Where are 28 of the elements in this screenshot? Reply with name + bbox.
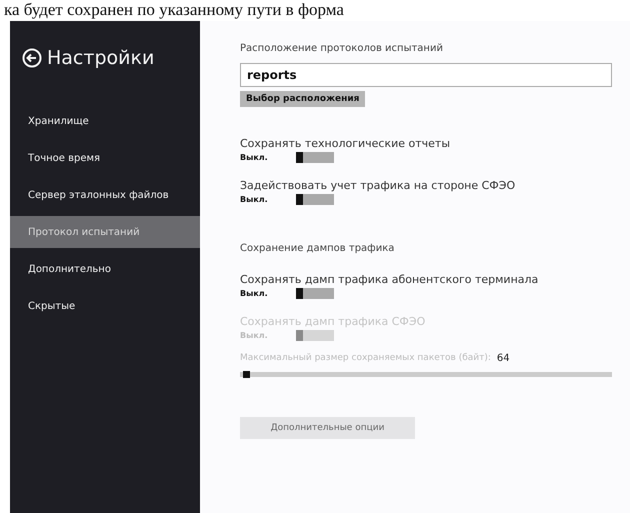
setting-label: Задействовать учет трафика на стороне СФЭО — [240, 179, 516, 192]
sidebar-item[interactable]: Точное время — [10, 142, 200, 174]
choose-location-button[interactable]: Выбор расположения — [240, 91, 366, 107]
setting-label: Сохранять дамп трафика абонентского терминала — [240, 273, 540, 286]
sidebar-item[interactable]: Протокол испытаний — [10, 216, 200, 248]
sidebar-item[interactable]: Скрытые — [10, 290, 200, 322]
toggle-state: Выкл. — [240, 289, 269, 298]
packet-size-value: 64 — [496, 353, 510, 364]
sidebar-item[interactable]: Хранилище — [10, 105, 200, 137]
location-field[interactable]: reports — [240, 63, 612, 87]
toggle-state: Выкл. — [240, 153, 269, 162]
setting-label: Сохранять технологические отчеты — [240, 137, 452, 150]
section-heading: Расположение протоколов испытаний — [240, 43, 444, 54]
toggle-state: Выкл. — [240, 331, 269, 340]
packet-size-label: Максимальный размер сохраняемых пакетов (байт): — [240, 353, 491, 364]
sidebar-item[interactable]: Сервер эталонных файлов — [10, 179, 200, 211]
sidebar-item[interactable]: Дополнительно — [10, 253, 200, 285]
toggle-switch[interactable] — [296, 152, 334, 163]
settings-title: Настройки — [47, 47, 154, 69]
document-text: ка будет сохранен по указанному пути в форма — [3, 0, 344, 19]
section-heading: Сохранение дампов трафика — [240, 243, 396, 254]
more-options-button[interactable]: Дополнительные опции — [240, 417, 415, 439]
toggle-switch[interactable] — [296, 194, 334, 205]
back-icon[interactable] — [22, 48, 42, 68]
setting-label: Сохранять дамп трафика СФЭО — [240, 315, 426, 328]
packet-size-slider[interactable] — [240, 372, 612, 377]
toggle-state: Выкл. — [240, 195, 269, 204]
toggle-switch[interactable] — [296, 288, 334, 299]
